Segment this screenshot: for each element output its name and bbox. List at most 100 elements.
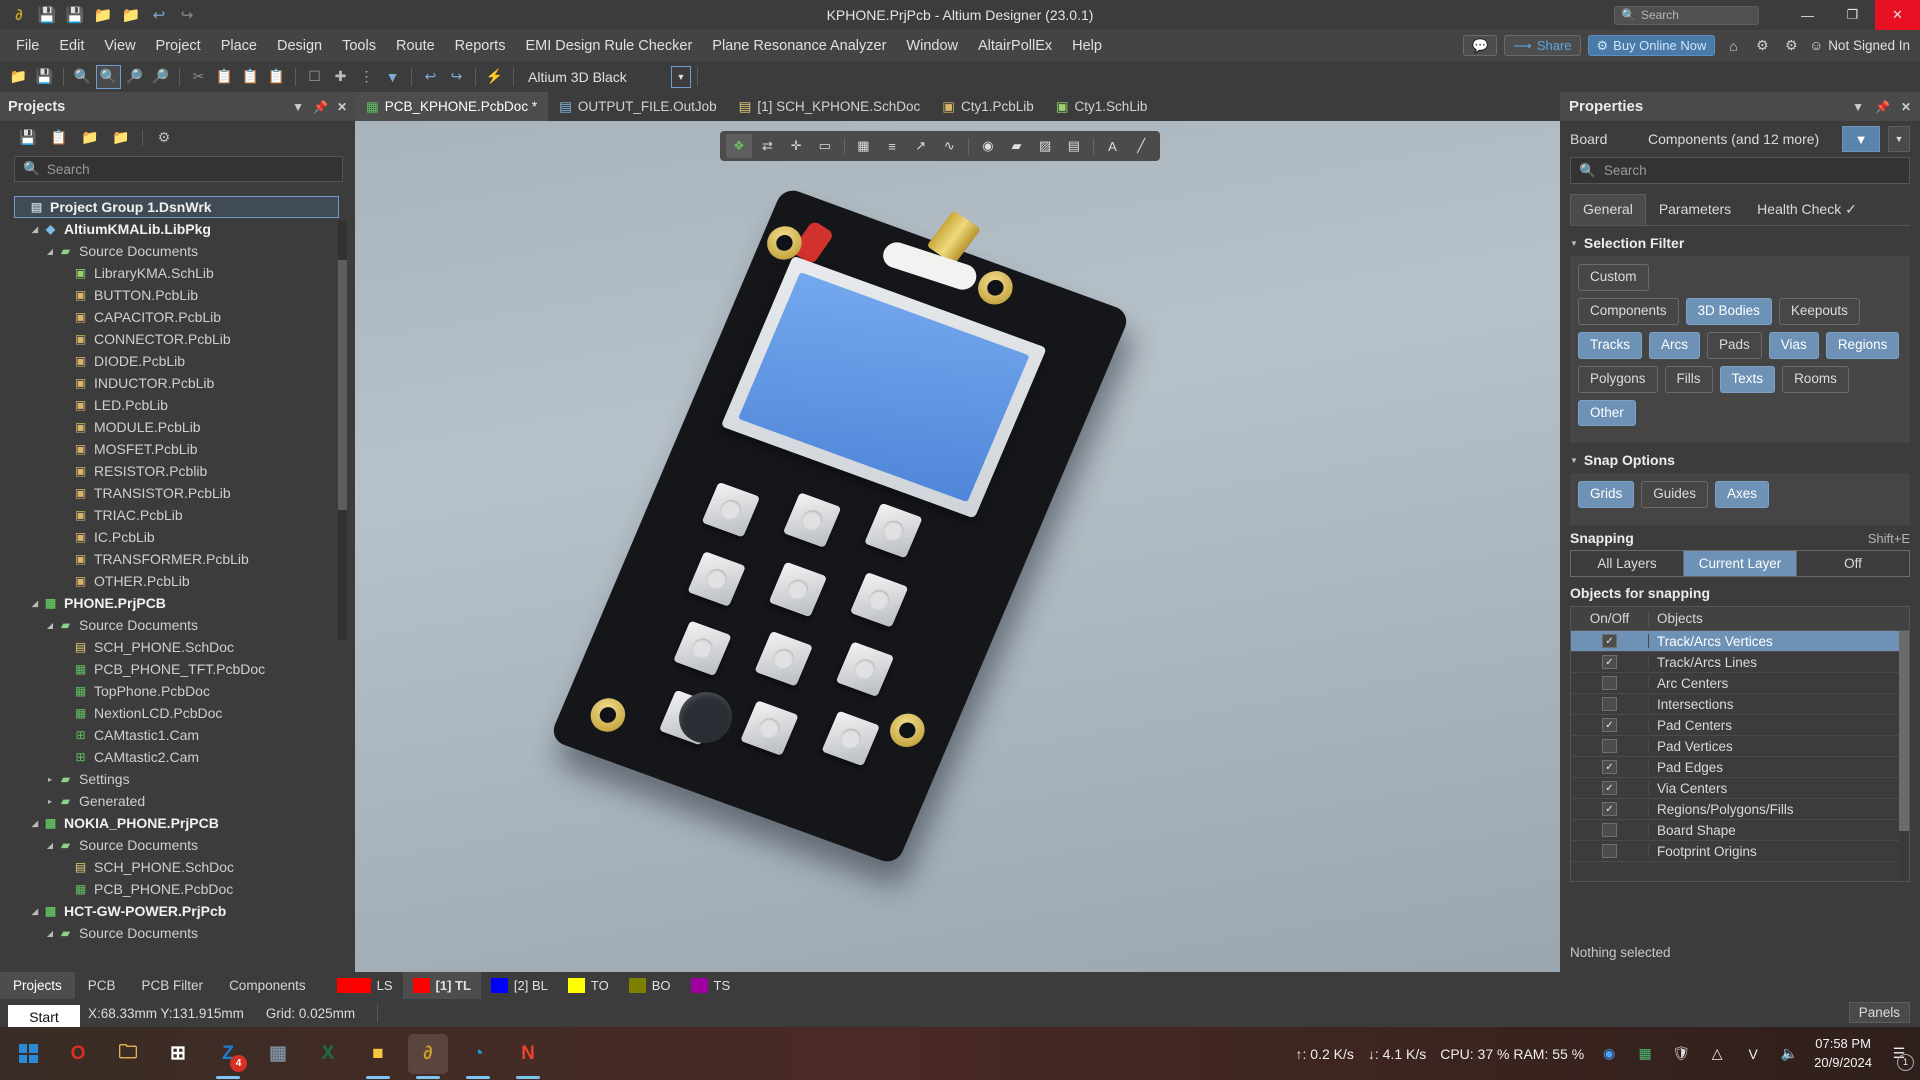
copy-project-icon[interactable]: 📋	[49, 128, 69, 148]
redo-icon[interactable]: ↪	[444, 65, 469, 89]
tree-item[interactable]: ◢ ▦ NOKIA_PHONE.PrjPCB	[14, 812, 339, 834]
panel-tab-projects[interactable]: Projects	[0, 972, 75, 999]
tree-item[interactable]: ◢ ▦ HCT-GW-POWER.PrjPcb	[14, 900, 339, 922]
move-icon[interactable]: ✛	[783, 134, 809, 158]
expand-arrow-icon[interactable]: ◢	[29, 907, 41, 916]
snapping-mode-off[interactable]: Off	[1797, 551, 1909, 576]
layer-tab[interactable]: TO	[558, 972, 619, 999]
compile-icon[interactable]: 📁	[80, 128, 100, 148]
start-tooltip[interactable]: Start	[8, 1005, 80, 1029]
filter-chip-pads[interactable]: Pads	[1707, 331, 1762, 359]
document-tab[interactable]: ▤ [1] SCH_KPHONE.SchDoc	[728, 92, 932, 121]
panel-tab-components[interactable]: Components	[216, 972, 319, 999]
edge-icon[interactable]: ◔	[458, 1034, 498, 1079]
snap-checkbox[interactable]	[1602, 844, 1617, 859]
tree-item[interactable]: ▸ ▰ Settings	[14, 768, 339, 790]
panel-tab-pcb[interactable]: PCB	[75, 972, 129, 999]
layer-tab[interactable]: [1] TL	[402, 972, 481, 999]
properties-tab[interactable]: Parameters	[1646, 194, 1744, 225]
snap-checkbox[interactable]: ✓	[1602, 634, 1617, 649]
layers-icon[interactable]: ≡	[879, 134, 905, 158]
excel-icon[interactable]: X	[308, 1034, 348, 1074]
open-folder-icon[interactable]: 📁	[90, 3, 116, 27]
panel-tab-pcb-filter[interactable]: PCB Filter	[129, 972, 217, 999]
grid-scrollbar[interactable]	[1899, 631, 1909, 882]
redo-icon[interactable]: ↪	[174, 3, 200, 27]
via-icon[interactable]: ◉	[975, 134, 1001, 158]
tree-item[interactable]: ◢ ▰ Source Documents	[14, 834, 339, 856]
chart-icon[interactable]: ▦	[851, 134, 877, 158]
filter-button[interactable]: ▼	[1842, 126, 1880, 152]
tree-item[interactable]: ▣ DIODE.PcbLib	[14, 350, 339, 372]
tree-item[interactable]: ◢ ▰ Source Documents	[14, 240, 339, 262]
open-project-icon[interactable]: 📁	[118, 3, 144, 27]
filter-chip-vias[interactable]: Vias	[1768, 331, 1819, 359]
tree-item[interactable]: ▦ PCB_PHONE_TFT.PcbDoc	[14, 658, 339, 680]
snap-checkbox[interactable]: ✓	[1602, 655, 1617, 670]
pcb-3d-canvas[interactable]: ❖ ⇄ ✛ ▭ ▦ ≡ ↗ ∿ ◉ ▰ ▨ ▤ A ╱	[355, 121, 1560, 972]
close-icon[interactable]: ✕	[337, 100, 347, 114]
crosshair-icon[interactable]: ✚	[328, 65, 353, 89]
selection-filter-header[interactable]: ▼ Selection Filter	[1560, 226, 1920, 256]
wifi-tray-icon[interactable]: △	[1706, 1043, 1728, 1065]
minimize-button[interactable]: —	[1785, 0, 1830, 30]
polygon-icon[interactable]: ▰	[1004, 134, 1030, 158]
gear-icon[interactable]: ⚙	[154, 128, 174, 148]
microsoft-store-icon[interactable]: ⊞	[158, 1034, 198, 1074]
pin-icon[interactable]: 📌	[313, 100, 328, 114]
menu-window[interactable]: Window	[896, 34, 968, 58]
comment-button[interactable]: 💬	[1462, 35, 1498, 56]
layer-tab[interactable]: TS	[681, 972, 741, 999]
copy-icon[interactable]: 📋	[212, 65, 237, 89]
start-icon[interactable]	[8, 1034, 48, 1074]
expand-arrow-icon[interactable]: ◢	[44, 841, 56, 850]
tree-item[interactable]: ◢ ▰ Source Documents	[14, 614, 339, 636]
snapping-object-row[interactable]: Board Shape	[1571, 820, 1909, 842]
altium-logo-icon[interactable]: ∂	[6, 3, 32, 27]
select-touched-icon[interactable]: ❖	[726, 134, 752, 158]
length-tune-icon[interactable]: ∿	[936, 134, 962, 158]
snap-checkbox[interactable]: ✓	[1602, 781, 1617, 796]
tree-item[interactable]: ▣ LED.PcbLib	[14, 394, 339, 416]
tree-item[interactable]: ▣ RESISTOR.Pcblib	[14, 460, 339, 482]
gear-icon[interactable]: ⚙	[1751, 35, 1773, 56]
menu-route[interactable]: Route	[386, 34, 445, 58]
menu-help[interactable]: Help	[1062, 34, 1112, 58]
vpn-tray-icon[interactable]: V	[1742, 1043, 1764, 1065]
layer-tab[interactable]: BO	[619, 972, 681, 999]
clearance-icon[interactable]: ▨	[1032, 134, 1058, 158]
layer-tab[interactable]: [2] BL	[481, 972, 558, 999]
snap-checkbox[interactable]	[1602, 823, 1617, 838]
tree-item[interactable]: ▣ CONNECTOR.PcbLib	[14, 328, 339, 350]
snapping-object-row[interactable]: Footprint Origins	[1571, 841, 1909, 863]
snap-checkbox[interactable]: ✓	[1602, 760, 1617, 775]
menu-plane-resonance-analyzer[interactable]: Plane Resonance Analyzer	[702, 34, 896, 58]
snap-toggle-axes[interactable]: Axes	[1715, 481, 1770, 509]
tree-item[interactable]: ▣ TRIAC.PcbLib	[14, 504, 339, 526]
snapping-object-row[interactable]: ✓ Track/Arcs Lines	[1571, 652, 1909, 674]
altium-designer-icon[interactable]: ∂	[408, 1033, 448, 1079]
tree-item[interactable]: ▤ Project Group 1.DsnWrk	[14, 196, 339, 218]
tree-item[interactable]: ▣ MOSFET.PcbLib	[14, 438, 339, 460]
tree-item[interactable]: ▣ IC.PcbLib	[14, 526, 339, 548]
menu-emi-design-rule-checker[interactable]: EMI Design Rule Checker	[515, 34, 702, 58]
security-tray-icon[interactable]: 🛡	[1670, 1043, 1692, 1065]
tree-item[interactable]: ▣ OTHER.PcbLib	[14, 570, 339, 592]
filter-off-icon[interactable]: ▼	[380, 65, 405, 89]
snapping-object-row[interactable]: ✓ Pad Centers	[1571, 715, 1909, 737]
open-folder-icon[interactable]: 📁	[6, 65, 31, 89]
save-all-icon[interactable]: 💾	[62, 3, 88, 27]
filter-chip-custom[interactable]: Custom	[1578, 264, 1649, 291]
snapping-object-row[interactable]: Arc Centers	[1571, 673, 1909, 695]
filter-chip-regions[interactable]: Regions	[1825, 331, 1900, 359]
menu-altairpollex[interactable]: AltairPollEx	[968, 34, 1062, 58]
save-icon[interactable]: 💾	[32, 65, 57, 89]
menu-project[interactable]: Project	[146, 34, 211, 58]
save-icon[interactable]: 💾	[18, 128, 38, 148]
notification-center-button[interactable]: ☰ 1	[1886, 1041, 1914, 1071]
filter-chip-components[interactable]: Components	[1578, 297, 1679, 325]
clear-filter-icon[interactable]: 🔎	[148, 65, 173, 89]
expand-arrow-icon[interactable]: ▸	[44, 797, 56, 806]
tree-item[interactable]: ▦ PCB_PHONE.PcbDoc	[14, 878, 339, 900]
line-icon[interactable]: ╱	[1128, 134, 1154, 158]
